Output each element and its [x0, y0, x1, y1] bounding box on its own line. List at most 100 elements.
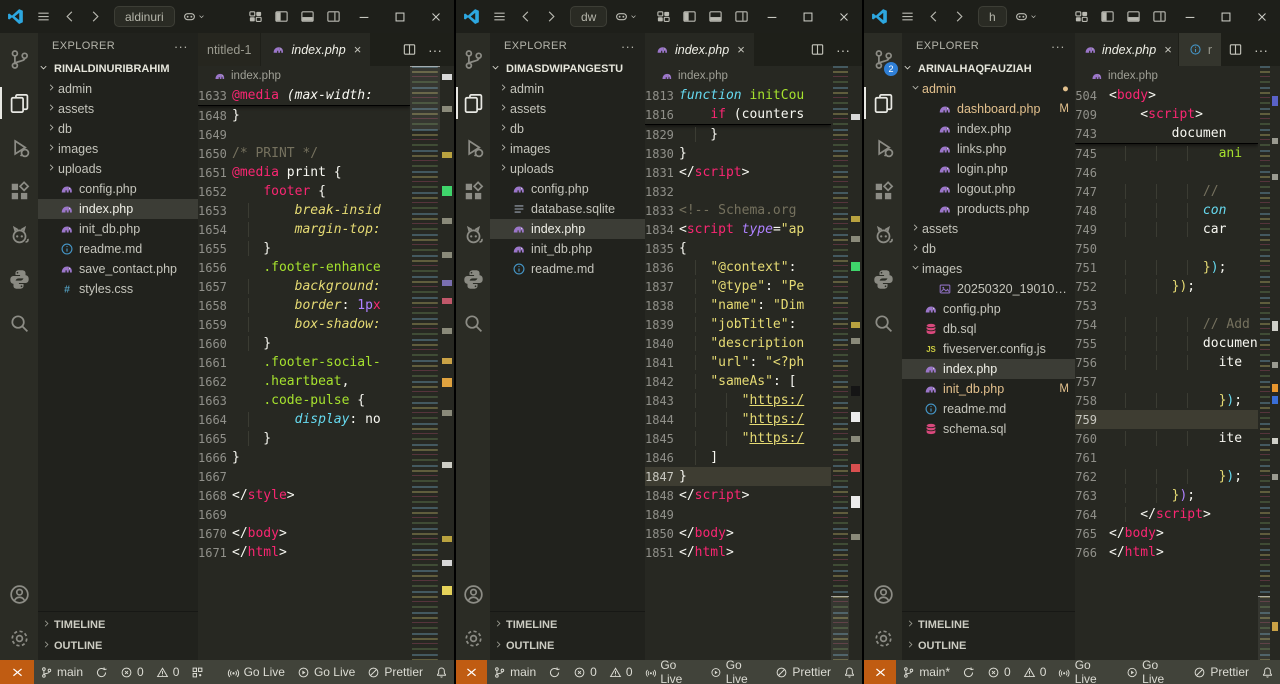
status-bell[interactable] [837, 660, 862, 684]
section-timeline[interactable]: TIMELINE [490, 614, 645, 635]
folder-row[interactable]: uploads [38, 159, 198, 179]
file-row[interactable]: 20250320_190104[1].... [902, 279, 1075, 299]
minimize-button[interactable] [346, 0, 382, 33]
section-outline[interactable]: OUTLINE [902, 635, 1075, 656]
activity-cat-extension-icon[interactable] [0, 213, 38, 257]
activity-search-icon[interactable] [456, 301, 490, 345]
status-bell[interactable] [1255, 660, 1280, 684]
status-play-circle-golive[interactable]: Go Live [704, 660, 769, 684]
activity-settings-gear-icon[interactable] [0, 616, 38, 660]
status-prettier-prettier[interactable]: Prettier [1187, 660, 1255, 684]
file-row[interactable]: schema.sql [902, 419, 1075, 439]
panel-bottom-toggle[interactable] [702, 0, 728, 33]
file-row[interactable]: logout.php [902, 179, 1075, 199]
activity-extensions-icon[interactable] [864, 169, 902, 213]
editor-more-button[interactable]: ··· [422, 42, 448, 58]
activity-account-icon[interactable] [864, 572, 902, 616]
panel-right-toggle[interactable] [1146, 0, 1172, 33]
breadcrumb[interactable]: index.php [1075, 66, 1258, 86]
file-row[interactable]: index.php [902, 119, 1075, 139]
split-editor-button[interactable] [396, 42, 422, 57]
activity-source-control-icon[interactable] [456, 37, 490, 81]
status-error-0[interactable]: 0 [114, 660, 150, 684]
status-error-0[interactable]: 0 [981, 660, 1017, 684]
status-branch-main[interactable]: main* [896, 660, 956, 684]
file-row[interactable]: #styles.css [38, 279, 198, 299]
status-sync[interactable] [542, 660, 567, 684]
folder-row[interactable]: db [490, 119, 645, 139]
activity-cat-extension-icon[interactable] [456, 213, 490, 257]
file-row[interactable]: index.php [490, 219, 645, 239]
copilot-button[interactable] [181, 0, 207, 33]
file-row[interactable]: config.php [38, 179, 198, 199]
panel-right-toggle[interactable] [320, 0, 346, 33]
activity-extensions-icon[interactable] [0, 169, 38, 213]
file-row[interactable]: init_db.php [38, 219, 198, 239]
breadcrumb[interactable]: index.php [198, 66, 410, 86]
minimize-button[interactable] [754, 0, 790, 33]
split-editor-button[interactable] [804, 42, 830, 57]
folder-row[interactable]: admin [490, 79, 645, 99]
tab-ntitled-1[interactable]: ntitled-1 [198, 33, 260, 66]
activity-run-debug-icon[interactable] [864, 125, 902, 169]
file-row[interactable]: config.php [490, 179, 645, 199]
file-row[interactable]: readme.md [490, 259, 645, 279]
activity-settings-gear-icon[interactable] [456, 616, 490, 660]
status-bell[interactable] [429, 660, 454, 684]
status-ports[interactable] [185, 660, 210, 684]
activity-python-icon[interactable] [0, 257, 38, 301]
activity-settings-gear-icon[interactable] [864, 616, 902, 660]
tab-close-icon[interactable]: × [354, 42, 362, 57]
editor-surface[interactable]: index.php1813function initCou1816 if (co… [645, 66, 831, 660]
status-broadcast-golive[interactable]: Go Live [1052, 660, 1119, 684]
tab-close-icon[interactable]: × [1164, 42, 1172, 57]
back-button[interactable] [920, 0, 946, 33]
file-row[interactable]: dashboard.phpM [902, 99, 1075, 119]
status-error-0[interactable]: 0 [567, 660, 603, 684]
layout-grid-toggle[interactable] [1068, 0, 1094, 33]
status-warning-0[interactable]: 0 [150, 660, 186, 684]
folder-row[interactable]: assets [490, 99, 645, 119]
close-button[interactable] [418, 0, 454, 33]
minimap[interactable] [831, 66, 849, 660]
file-row[interactable]: init_db.php [490, 239, 645, 259]
folder-row[interactable]: assets [902, 219, 1075, 239]
file-row[interactable]: products.php [902, 199, 1075, 219]
command-center[interactable]: aldinuri [114, 6, 175, 27]
activity-python-icon[interactable] [456, 257, 490, 301]
panel-right-toggle[interactable] [728, 0, 754, 33]
status-sync[interactable] [89, 660, 114, 684]
remote-indicator[interactable] [864, 660, 896, 684]
minimap[interactable] [410, 66, 440, 660]
file-row[interactable]: JSfiveserver.config.js [902, 339, 1075, 359]
project-root-row[interactable]: RINALDINURIBRAHIM [38, 59, 198, 79]
panel-bottom-toggle[interactable] [294, 0, 320, 33]
editor-more-button[interactable]: ··· [1248, 42, 1274, 58]
file-row[interactable]: database.sqlite [490, 199, 645, 219]
activity-explorer-icon[interactable] [864, 81, 902, 125]
project-root-row[interactable]: ARINALHAQFAUZIAH [902, 59, 1075, 79]
split-editor-button[interactable] [1222, 42, 1248, 57]
status-branch-main[interactable]: main [34, 660, 89, 684]
menu-button[interactable] [894, 0, 920, 33]
explorer-more-button[interactable]: ··· [1051, 39, 1065, 54]
file-row[interactable]: readme.md [902, 399, 1075, 419]
layout-grid-toggle[interactable] [242, 0, 268, 33]
activity-account-icon[interactable] [456, 572, 490, 616]
command-center[interactable]: dw [570, 6, 607, 27]
tab-r[interactable]: r [1179, 33, 1221, 66]
folder-row[interactable]: admin [38, 79, 198, 99]
forward-button[interactable] [82, 0, 108, 33]
folder-row[interactable]: db [38, 119, 198, 139]
maximize-button[interactable] [1208, 0, 1244, 33]
section-outline[interactable]: OUTLINE [490, 635, 645, 656]
section-outline[interactable]: OUTLINE [38, 635, 198, 656]
close-button[interactable] [826, 0, 862, 33]
command-center[interactable]: h [978, 6, 1007, 27]
file-row[interactable]: save_contact.php [38, 259, 198, 279]
copilot-button[interactable] [613, 0, 639, 33]
activity-source-control-icon[interactable]: 2 [864, 37, 902, 81]
status-prettier-prettier[interactable]: Prettier [361, 660, 429, 684]
editor-surface[interactable]: index.php1633@media (max-width:1648}1649… [198, 66, 410, 660]
editor-surface[interactable]: index.php504<body>709 <script>743 docume… [1075, 66, 1258, 660]
